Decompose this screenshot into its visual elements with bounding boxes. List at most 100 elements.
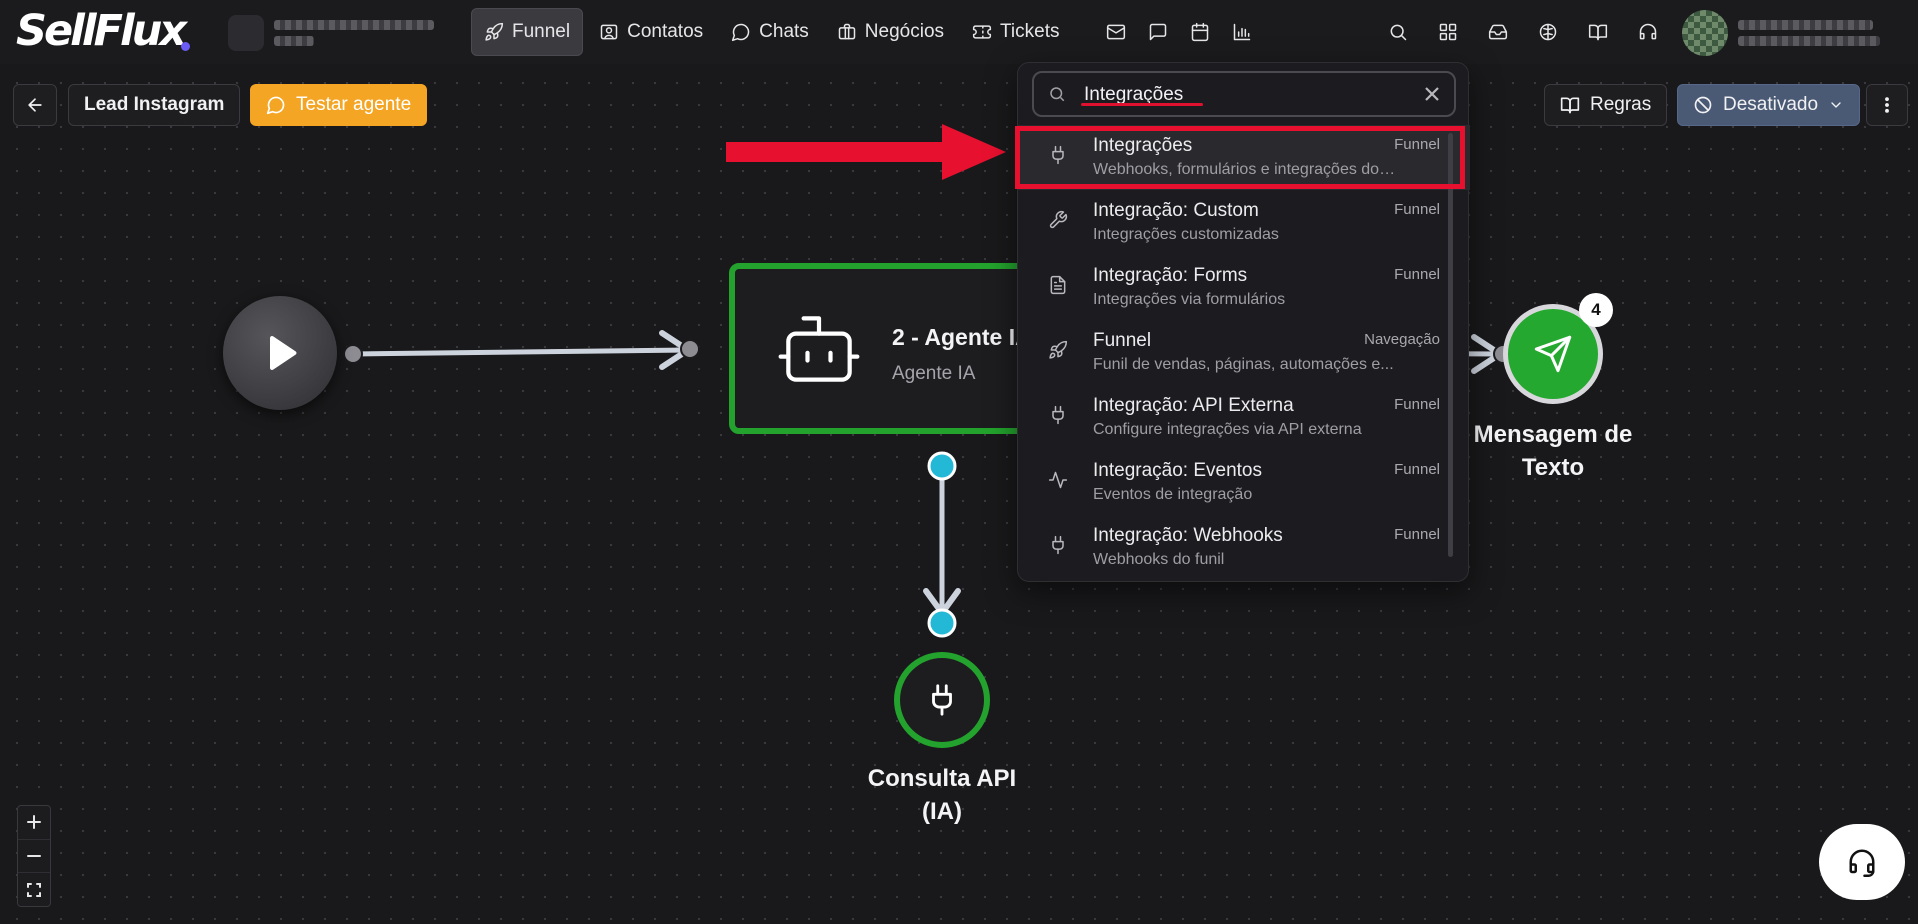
support-header-button[interactable] — [1628, 12, 1668, 52]
result-description: Webhooks do funil — [1093, 551, 1225, 568]
book-open-icon — [1560, 97, 1580, 114]
file-text-icon — [1050, 275, 1066, 295]
user-name-blurred — [1738, 20, 1880, 46]
zoom-out-button[interactable] — [18, 840, 50, 874]
nav-funnel-label: Funnel — [512, 21, 571, 42]
search-text-underline — [1081, 103, 1203, 106]
result-description: Funil de vendas, páginas, automações e..… — [1093, 356, 1394, 373]
main-nav: Funnel Contatos Chats Negócios Tickets — [471, 8, 1071, 56]
nav-extra-icons — [1096, 12, 1262, 52]
search-results: Integrações Webhooks, formulários e inte… — [1018, 125, 1470, 580]
nav-negocios-label: Negócios — [864, 21, 945, 42]
status-label: Desativado — [1723, 94, 1819, 115]
search-result-eventos[interactable]: Integração: Eventos Eventos de integraçã… — [1018, 450, 1470, 515]
rules-button[interactable]: Regras — [1544, 84, 1668, 126]
more-vertical-icon — [1885, 97, 1889, 113]
messages-button[interactable] — [1138, 12, 1178, 52]
user-menu[interactable] — [1682, 10, 1880, 56]
minus-icon — [27, 855, 41, 857]
nav-chats-label: Chats — [759, 21, 809, 42]
apps-button[interactable] — [1428, 12, 1468, 52]
consulta-api-label: Consulta API (IA) — [867, 765, 1017, 825]
activity-icon — [1048, 471, 1068, 489]
search-result-integracoes[interactable]: Integrações Webhooks, formulários e inte… — [1018, 125, 1470, 190]
rules-label: Regras — [1590, 94, 1652, 115]
edge-arrowhead — [923, 588, 961, 616]
search-box[interactable] — [1032, 71, 1456, 117]
workspace-name-blurred — [274, 20, 434, 46]
search-result-api-externa[interactable]: Integração: API Externa Configure integr… — [1018, 385, 1470, 450]
result-title: Integração: Eventos — [1093, 460, 1262, 481]
start-node[interactable] — [223, 296, 337, 410]
nav-funnel[interactable]: Funnel — [471, 8, 584, 56]
brain-icon — [1539, 23, 1557, 41]
result-description: Webhooks, formulários e integrações do f… — [1093, 161, 1398, 178]
book-icon — [1588, 24, 1608, 41]
global-search-button[interactable] — [1378, 12, 1418, 52]
mail-icon — [1106, 24, 1126, 40]
avatar — [1682, 10, 1728, 56]
search-result-custom[interactable]: Integração: Custom Integrações customiza… — [1018, 190, 1470, 255]
fit-view-button[interactable] — [18, 873, 50, 906]
result-title: Integração: Custom — [1093, 200, 1259, 221]
mail-button[interactable] — [1096, 12, 1136, 52]
result-description: Configure integrações via API externa — [1093, 421, 1362, 438]
search-result-forms[interactable]: Integração: Forms Integrações via formul… — [1018, 255, 1470, 320]
nav-contatos-label: Contatos — [627, 21, 704, 42]
edge-start-to-agent — [350, 347, 693, 357]
nav-negocios[interactable]: Negócios — [825, 8, 956, 56]
calendar-button[interactable] — [1180, 12, 1220, 52]
agent-node-title: 2 - Agente IA — [892, 324, 1032, 350]
message-square-icon — [1149, 23, 1167, 41]
search-result-funnel[interactable]: Funnel Funil de vendas, páginas, automaç… — [1018, 320, 1470, 385]
sellflux-logo[interactable]: SellFlux — [16, 6, 187, 56]
result-category: Navegação — [1364, 331, 1440, 348]
plug-icon — [932, 684, 952, 716]
result-category: Funnel — [1394, 266, 1440, 283]
test-agent-button[interactable]: Testar agente — [250, 84, 428, 126]
plug-icon — [1052, 535, 1064, 555]
apps-grid-icon — [1439, 23, 1457, 41]
nav-contatos[interactable]: Contatos — [587, 8, 715, 56]
fullscreen-icon — [27, 882, 41, 897]
back-button[interactable] — [13, 84, 57, 126]
result-title: Integração: Forms — [1093, 265, 1248, 286]
docs-button[interactable] — [1578, 12, 1618, 52]
send-icon — [1534, 335, 1572, 373]
results-scrollbar[interactable] — [1448, 133, 1453, 557]
search-icon — [1390, 24, 1407, 41]
chat-bubble-icon — [266, 96, 285, 115]
ticket-icon — [972, 25, 992, 39]
logo-dot — [181, 42, 190, 51]
close-icon[interactable] — [1420, 82, 1444, 106]
command-search-panel: Integrações Webhooks, formulários e inte… — [1017, 62, 1470, 582]
zoom-in-button[interactable] — [18, 806, 50, 840]
rocket-icon — [1049, 340, 1068, 359]
support-chat-button[interactable] — [1819, 824, 1905, 900]
briefcase-icon — [838, 23, 856, 40]
status-dropdown[interactable]: Desativado — [1677, 84, 1861, 126]
headset-icon — [1849, 849, 1875, 877]
ai-button[interactable] — [1528, 12, 1568, 52]
search-result-webhooks[interactable]: Integração: Webhooks Webhooks do funil F… — [1018, 515, 1470, 580]
result-title: Integração: API Externa — [1093, 395, 1294, 416]
start-output-handle — [343, 344, 363, 364]
wrench-icon — [1049, 210, 1068, 229]
inbox-button[interactable] — [1478, 12, 1518, 52]
arrow-left-icon — [28, 98, 42, 112]
flow-name-button[interactable]: Lead Instagram — [68, 84, 241, 126]
api-input-handle — [927, 608, 957, 638]
result-category: Funnel — [1394, 526, 1440, 543]
consulta-api-node[interactable] — [894, 652, 990, 748]
plus-icon — [27, 815, 41, 830]
agent-node-subtitle: Agente IA — [892, 363, 976, 384]
nav-tickets[interactable]: Tickets — [960, 8, 1071, 56]
result-category: Funnel — [1394, 201, 1440, 218]
contacts-icon — [600, 24, 618, 40]
workspace-selector[interactable] — [228, 12, 443, 54]
reports-button[interactable] — [1222, 12, 1262, 52]
nav-chats[interactable]: Chats — [719, 8, 821, 56]
inbox-icon — [1488, 24, 1508, 40]
bar-chart-icon — [1233, 23, 1251, 41]
more-options-button[interactable] — [1866, 84, 1908, 126]
